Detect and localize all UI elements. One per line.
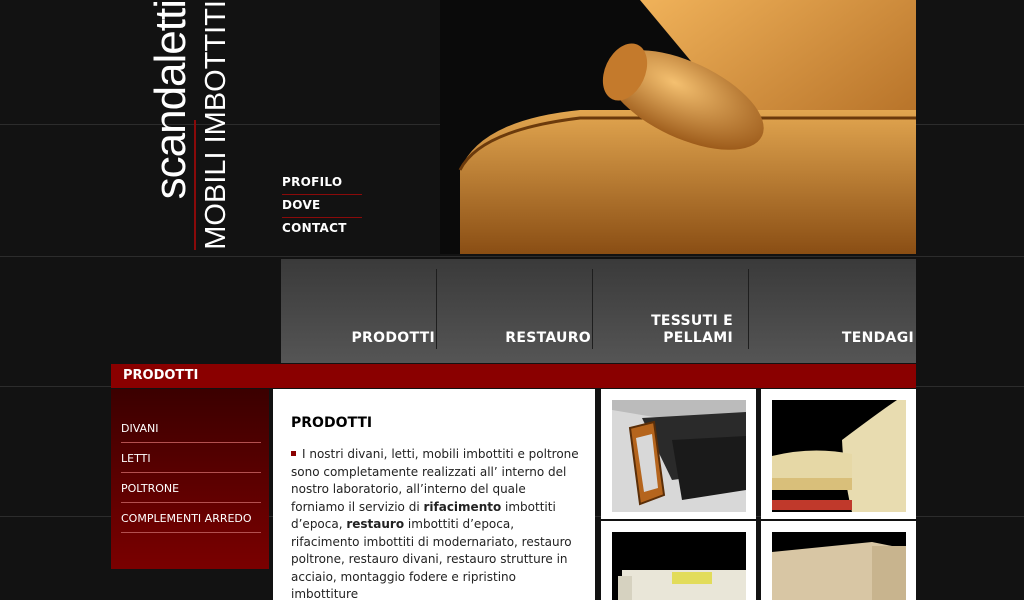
product-thumbnail[interactable] xyxy=(761,521,916,600)
main-nav-tessuti[interactable]: TESSUTI E PELLAMI xyxy=(593,259,735,363)
product-image xyxy=(612,400,746,512)
product-thumbnail[interactable] xyxy=(601,389,756,519)
section-title: PRODOTTI xyxy=(123,368,199,383)
brand-logo[interactable]: scandaletti MOBILI IMBOTTITI xyxy=(146,0,238,256)
bullet-icon xyxy=(291,451,296,456)
content-text: I nostri divani, letti, mobili imbottiti… xyxy=(291,446,581,600)
main-nav-tendagi[interactable]: TENDAGI xyxy=(749,259,916,363)
sidebar-item-poltrone[interactable]: POLTRONE xyxy=(121,482,261,503)
text-bold: restauro xyxy=(346,517,405,531)
sidebar-nav: DIVANI LETTI POLTRONE COMPLEMENTI ARREDO xyxy=(111,389,269,569)
product-image xyxy=(772,532,906,600)
main-nav-label: TESSUTI E PELLAMI xyxy=(651,313,733,346)
product-thumbnail[interactable] xyxy=(601,521,756,600)
section-title-bar: PRODOTTI xyxy=(111,364,916,388)
product-thumbnail[interactable] xyxy=(761,389,916,519)
main-nav-prodotti[interactable]: PRODOTTI xyxy=(281,259,437,363)
nav-contact-link[interactable]: CONTACT xyxy=(282,220,362,240)
product-image xyxy=(772,400,906,512)
hero-sofa-photo xyxy=(440,0,916,254)
main-nav-label: TENDAGI xyxy=(841,330,914,346)
main-nav-restauro[interactable]: RESTAURO xyxy=(437,259,593,363)
beige-sofa-photo xyxy=(772,532,906,600)
armchair-photo xyxy=(772,400,906,512)
main-nav-label: PRODOTTI xyxy=(351,330,435,346)
divider-line xyxy=(0,256,1024,257)
brand-divider xyxy=(194,120,196,250)
nav-dove-link[interactable]: DOVE xyxy=(282,197,362,218)
top-nav: PROFILO DOVE CONTACT xyxy=(282,174,362,242)
white-sofa-photo xyxy=(612,532,746,600)
product-image xyxy=(612,532,746,600)
sidebar-item-complementi-arredo[interactable]: COMPLEMENTI ARREDO xyxy=(121,512,261,533)
main-nav-label: RESTAURO xyxy=(505,330,591,346)
leather-sofa-photo xyxy=(612,400,746,512)
text-bold: rifacimento xyxy=(423,499,502,514)
hero-image xyxy=(440,0,916,254)
sidebar-item-letti[interactable]: LETTI xyxy=(121,452,261,473)
main-nav: PRODOTTI RESTAURO TESSUTI E PELLAMI TEND… xyxy=(281,259,916,363)
content-heading: PRODOTTI xyxy=(291,415,373,431)
sidebar-item-divani[interactable]: DIVANI xyxy=(121,422,261,443)
brand-name: scandaletti xyxy=(146,0,195,200)
brand-subtitle: MOBILI IMBOTTITI xyxy=(200,0,232,250)
content-panel: PRODOTTI I nostri divani, letti, mobili … xyxy=(273,389,595,600)
nav-profilo-link[interactable]: PROFILO xyxy=(282,174,362,195)
